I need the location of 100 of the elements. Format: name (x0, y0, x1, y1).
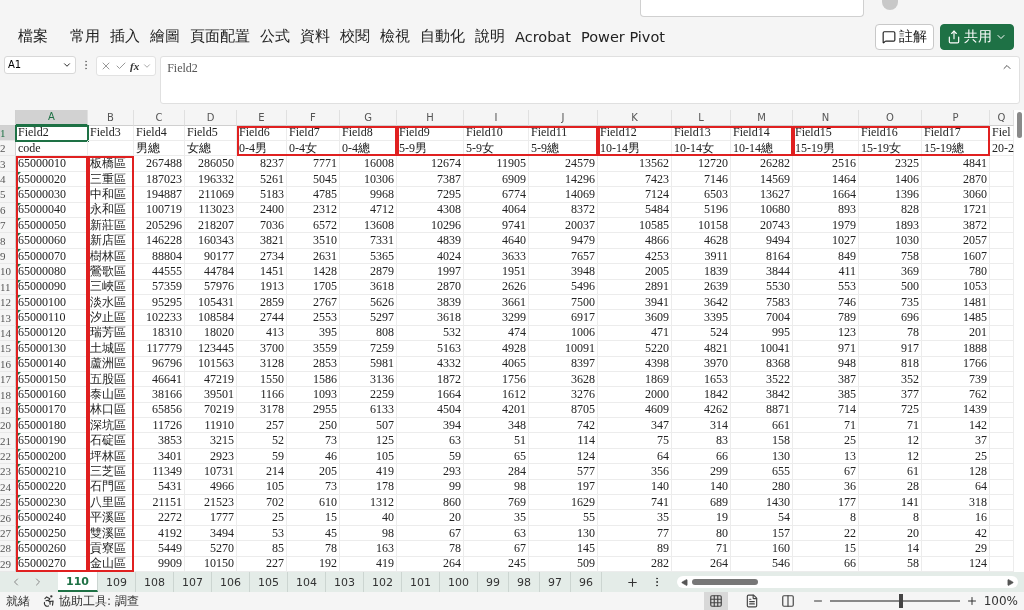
row-number[interactable]: 23 (0, 464, 16, 480)
sheet-tab[interactable]: 106 (211, 572, 250, 592)
row-number[interactable]: 10 (0, 264, 16, 280)
column-header[interactable]: D (185, 109, 237, 126)
table-cell: 11910 (185, 418, 237, 434)
table-cell: 971 (793, 341, 859, 357)
ribbon-tab[interactable]: 校閱 (340, 27, 370, 47)
scroll-left-icon[interactable] (680, 578, 688, 586)
sheet-tab[interactable]: 104 (287, 572, 326, 592)
row-number[interactable]: 20 (0, 418, 16, 434)
slider-thumb[interactable] (899, 594, 904, 608)
row-number[interactable]: 5 (0, 187, 16, 203)
table-cell: 11726 (134, 418, 185, 434)
ribbon-tab[interactable]: 公式 (260, 27, 290, 47)
ribbon-tab[interactable]: Acrobat (515, 28, 571, 45)
column-header[interactable]: J (529, 109, 598, 126)
ribbon-tab[interactable]: 常用 (70, 27, 100, 47)
ribbon-tab[interactable]: Power Pivot (580, 28, 665, 45)
ribbon-tab[interactable]: 檢視 (380, 27, 410, 47)
table-cell: 65000090 (16, 279, 88, 295)
scrollbar-thumb[interactable] (691, 579, 758, 585)
table-cell: 3060 (922, 187, 990, 203)
row-number[interactable]: 2 (0, 141, 16, 157)
ribbon-tab[interactable]: 自動化 (420, 27, 465, 47)
sheet-tab[interactable]: 97 (539, 572, 571, 592)
sheet-tab[interactable]: 107 (173, 572, 212, 592)
ribbon-tab[interactable]: 檔案 (18, 27, 48, 47)
ribbon-tab[interactable]: 說明 (475, 27, 505, 47)
table-cell: 714 (793, 402, 859, 419)
sheet-tab[interactable]: 102 (363, 572, 402, 592)
column-header[interactable]: Q (990, 109, 1014, 126)
table-cell: 4609 (598, 402, 672, 419)
table-cell: 411 (793, 264, 859, 280)
sheet-tab[interactable]: 105 (249, 572, 288, 592)
row-number[interactable]: 8 (0, 233, 16, 249)
table-cell: 3276 (529, 387, 598, 403)
table-cell: 71 (793, 418, 859, 434)
table-cell: 280 (731, 479, 793, 496)
zoom-in-icon[interactable] (965, 595, 978, 607)
sheet-tab[interactable]: 100 (439, 572, 478, 592)
row-number[interactable]: 25 (0, 495, 16, 511)
table-cell: 98 (464, 479, 529, 496)
sheet-tab[interactable]: 96 (570, 572, 602, 592)
formula-input[interactable]: Field2 (160, 55, 1020, 104)
column-header[interactable]: F (287, 109, 340, 126)
table-cell: 67 (793, 464, 859, 480)
ribbon-tab[interactable]: 繪圖 (150, 27, 180, 47)
table-cell: 25 (922, 448, 990, 465)
column-header[interactable]: L (672, 109, 731, 126)
row-number[interactable]: 28 (0, 541, 16, 557)
row-number[interactable]: 7 (0, 218, 16, 234)
column-header[interactable]: N (793, 109, 859, 126)
column-header[interactable]: I (464, 109, 529, 126)
table-cell: 160 (731, 541, 793, 557)
sheet-tab[interactable]: 101 (401, 572, 440, 592)
table-cell: 4064 (464, 202, 529, 218)
row-number[interactable]: 26 (0, 510, 16, 526)
normal-view-button[interactable] (703, 592, 728, 610)
row-number[interactable]: 15 (0, 341, 16, 357)
table-cell: 雙溪區 (88, 525, 134, 542)
comments-button[interactable]: 註解 (875, 23, 934, 50)
column-header[interactable]: P (922, 109, 990, 126)
sheet-tab[interactable]: 103 (325, 572, 364, 592)
table-cell: 4201 (464, 402, 529, 419)
search-field[interactable] (640, 0, 864, 17)
scrollbar-thumb[interactable] (1016, 111, 1022, 138)
insert-function-button[interactable]: fx (130, 59, 140, 72)
column-header[interactable]: G (340, 109, 397, 126)
sheet-tab[interactable]: 108 (135, 572, 174, 592)
column-header[interactable]: M (731, 109, 793, 126)
table-cell: 5530 (731, 279, 793, 295)
table-cell: 123445 (185, 341, 237, 357)
ribbon-tab[interactable]: 插入 (110, 27, 140, 47)
table-cell: 769 (464, 495, 529, 511)
sheet-tab[interactable]: 99 (477, 572, 509, 592)
share-button[interactable]: 共用 (940, 23, 1014, 50)
scroll-right-icon[interactable] (1007, 578, 1014, 586)
column-header[interactable]: O (859, 109, 922, 126)
row-number[interactable]: 18 (0, 387, 16, 403)
sheet-tab[interactable]: 110 (58, 572, 98, 592)
table-cell: 1053 (922, 279, 990, 295)
column-header[interactable]: E (237, 109, 287, 126)
column-header[interactable]: B (88, 109, 134, 126)
ribbon-tab[interactable]: 頁面配置 (190, 27, 250, 47)
row-number[interactable]: 3 (0, 156, 16, 172)
column-header[interactable]: A (16, 109, 88, 126)
accessibility-status[interactable]: 協助工具: 調查 (59, 592, 139, 610)
column-header[interactable]: C (134, 109, 185, 126)
sheet-tab[interactable]: 109 (97, 572, 136, 592)
accessibility-icon[interactable] (42, 594, 56, 608)
add-sheet-icon[interactable] (625, 575, 639, 589)
table-cell: 77 (598, 525, 672, 542)
column-header[interactable]: H (397, 109, 464, 126)
name-box[interactable]: A1 (4, 55, 76, 74)
table-cell: 44555 (134, 264, 185, 280)
row-number[interactable]: 13 (0, 310, 16, 326)
row-number[interactable]: 21 (0, 433, 16, 449)
ribbon-tab[interactable]: 資料 (300, 27, 330, 47)
column-header[interactable]: K (598, 109, 672, 126)
sheet-tab[interactable]: 98 (508, 572, 540, 592)
